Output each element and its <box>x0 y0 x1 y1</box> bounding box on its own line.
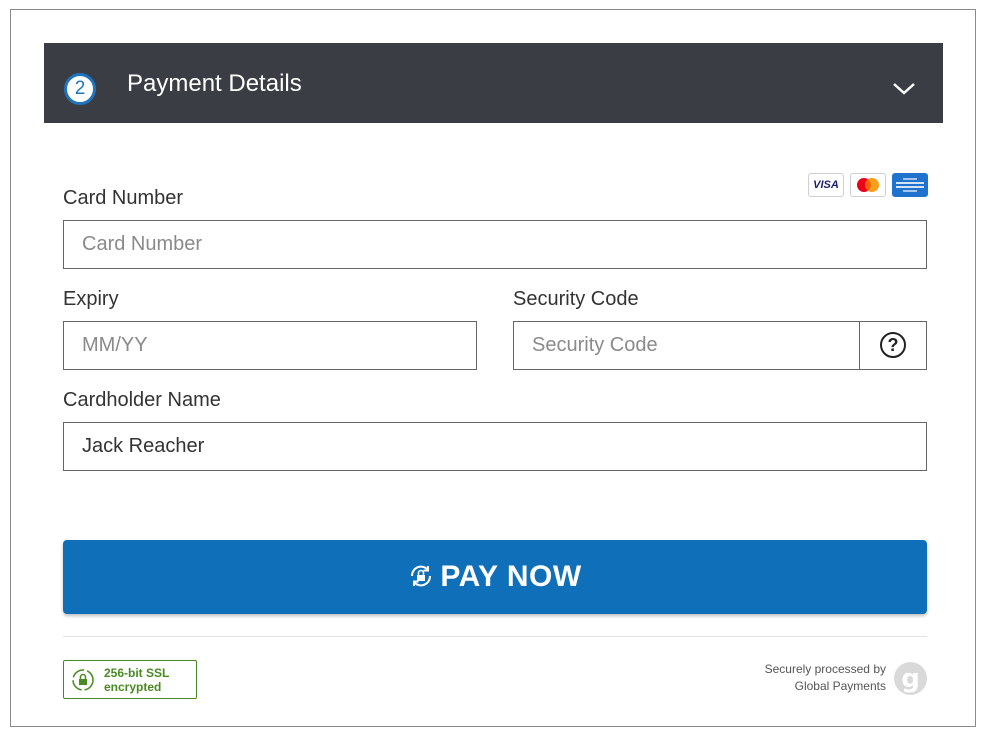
cardholder-name-input[interactable] <box>63 422 927 471</box>
american-express-icon <box>892 173 928 197</box>
security-code-label: Security Code <box>513 288 639 310</box>
security-code-help-button[interactable]: ? <box>859 321 927 370</box>
section-title: Payment Details <box>127 70 302 97</box>
ssl-line-2: encrypted <box>104 680 162 694</box>
processor-line-1: Securely processed by <box>764 662 886 676</box>
step-number-badge: 2 <box>64 73 96 105</box>
footer-divider <box>63 636 927 637</box>
padlock-icon <box>72 669 94 691</box>
payment-details-header[interactable]: 2 Payment Details <box>44 43 943 123</box>
processor-text: Securely processed by Global Payments <box>765 661 886 695</box>
security-code-input[interactable] <box>513 321 860 370</box>
svg-text:g: g <box>901 664 920 694</box>
mastercard-icon <box>850 173 886 197</box>
expiry-input[interactable] <box>63 321 477 370</box>
pay-now-label: PAY NOW <box>440 560 582 593</box>
visa-icon: VISA <box>808 173 844 197</box>
pay-now-button[interactable]: PAY NOW <box>63 540 927 614</box>
ssl-badge: 256-bit SSL encrypted <box>63 660 197 699</box>
ssl-line-1: 256-bit SSL <box>104 666 170 680</box>
card-number-label: Card Number <box>63 187 184 209</box>
global-payments-logo: g <box>894 662 927 695</box>
cardholder-name-label: Cardholder Name <box>63 389 221 411</box>
question-mark-icon: ? <box>880 332 906 358</box>
lock-refresh-icon <box>411 565 432 587</box>
chevron-down-icon[interactable] <box>892 79 916 97</box>
processor-line-2: Global Payments <box>794 679 886 693</box>
card-number-input[interactable] <box>63 220 927 269</box>
expiry-label: Expiry <box>63 288 119 310</box>
